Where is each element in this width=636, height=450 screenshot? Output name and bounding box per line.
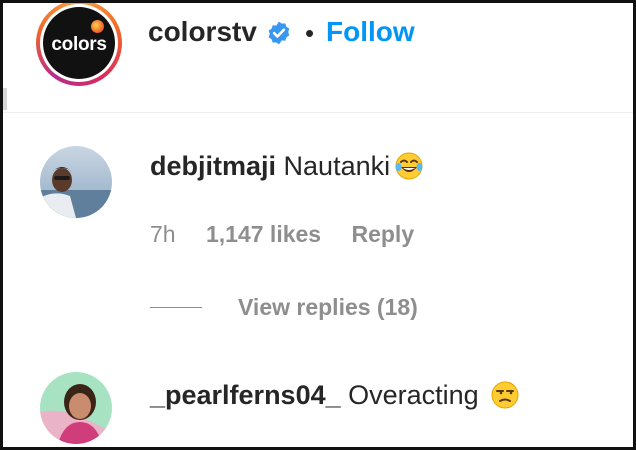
separator-dot: • bbox=[305, 18, 315, 48]
view-replies-button[interactable]: View replies (18) bbox=[238, 294, 418, 321]
unamused-face-emoji-icon bbox=[491, 381, 519, 409]
commenter-avatar[interactable] bbox=[40, 146, 112, 218]
replies-rule bbox=[150, 306, 202, 308]
logo-text: colors bbox=[51, 33, 107, 55]
profile-avatar-ring[interactable]: colors bbox=[36, 0, 122, 86]
comment-body: Nautanki bbox=[283, 151, 391, 181]
avatar-photo-icon bbox=[40, 372, 112, 444]
logo-bubble-icon bbox=[91, 20, 104, 33]
account-username[interactable]: colorstv bbox=[148, 12, 257, 52]
colors-logo: colors bbox=[43, 7, 115, 79]
reply-button[interactable]: Reply bbox=[351, 221, 414, 247]
post-header: colors colorstv • Follow bbox=[0, 0, 636, 110]
avatar-photo-icon bbox=[40, 146, 112, 218]
view-replies-row[interactable]: View replies (18) bbox=[150, 290, 418, 324]
laughing-tears-emoji-icon bbox=[395, 152, 423, 180]
avatar-inner: colors bbox=[40, 4, 118, 82]
comment-username[interactable]: debjitmaji bbox=[150, 151, 276, 181]
comment-body: Overacting bbox=[348, 380, 479, 410]
comment-text-row: _pearlferns04_ Overacting bbox=[150, 377, 520, 413]
edge-marker bbox=[3, 88, 7, 110]
verified-badge-icon bbox=[268, 21, 290, 45]
commenter-avatar[interactable] bbox=[40, 372, 112, 444]
comment-likes[interactable]: 1,147 likes bbox=[206, 221, 321, 247]
header-divider bbox=[0, 112, 636, 113]
comment-meta-row: 7h 1,147 likes Reply bbox=[150, 218, 438, 250]
follow-button[interactable]: Follow bbox=[326, 12, 415, 52]
comment-text-row: debjitmaji Nautanki bbox=[150, 148, 424, 184]
comment-time: 7h bbox=[150, 221, 176, 247]
comment-username[interactable]: _pearlferns04_ bbox=[150, 380, 341, 410]
